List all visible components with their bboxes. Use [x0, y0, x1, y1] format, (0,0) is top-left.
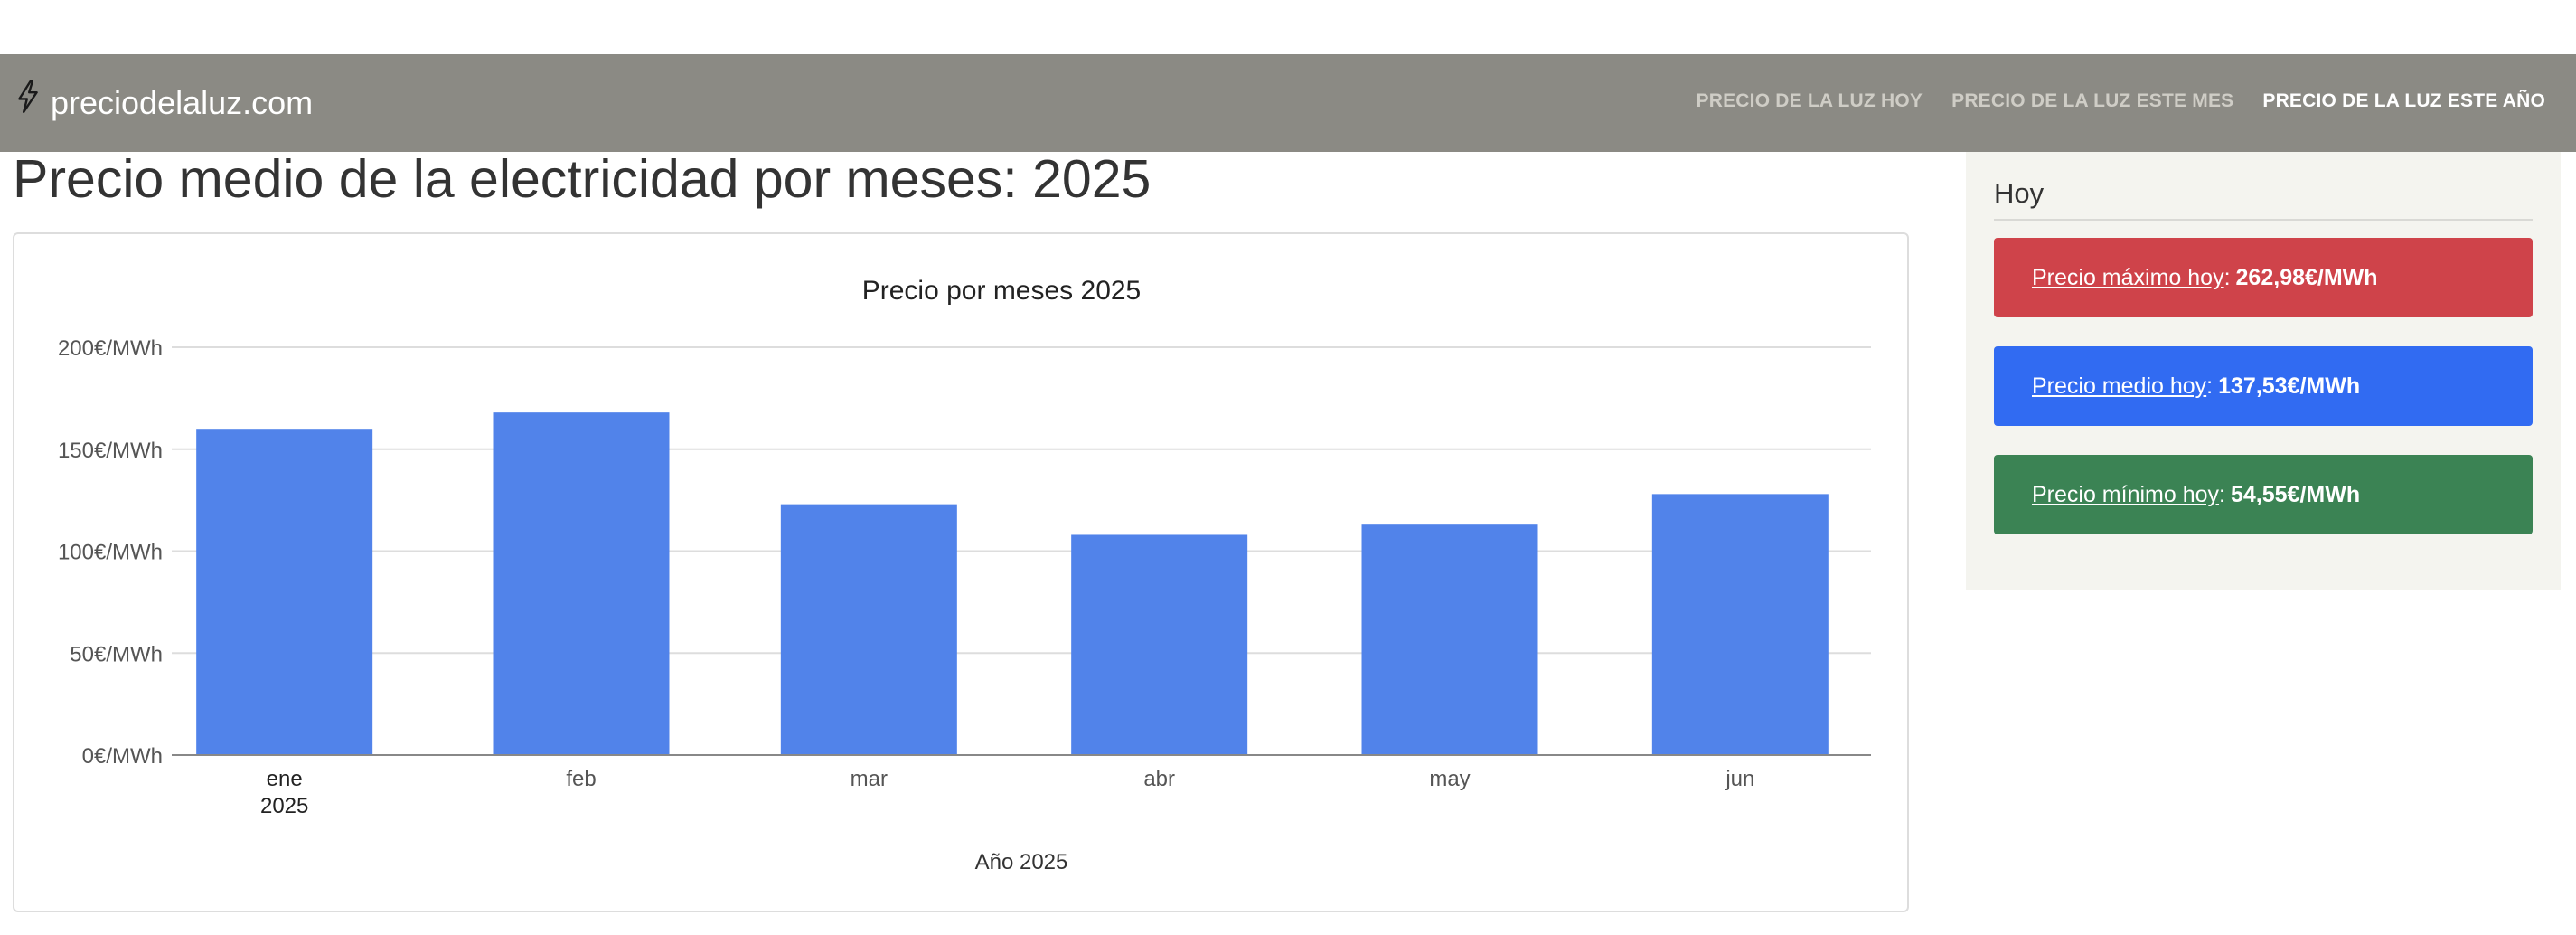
bar-ene — [196, 429, 373, 755]
nav-precio-este-mes[interactable]: PRECIO DE LA LUZ ESTE MES — [1951, 90, 2233, 112]
x-year-sublabel: 2025 — [260, 794, 308, 818]
avg-price-separator: : — [2206, 373, 2214, 399]
x-axis-label: Año 2025 — [975, 850, 1068, 874]
y-tick-label: 0€/MWh — [82, 744, 163, 769]
chart-title: Precio por meses 2025 — [862, 276, 1142, 306]
max-price-link[interactable]: Precio máximo hoy — [2032, 265, 2224, 291]
avg-price-value: 137,53€/MWh — [2218, 373, 2361, 399]
page-title: Precio medio de la electricidad por mese… — [13, 149, 1152, 209]
x-tick-label: feb — [566, 767, 596, 791]
min-price-value: 54,55€/MWh — [2230, 481, 2361, 507]
max-price-value: 262,98€/MWh — [2235, 264, 2378, 290]
top-navbar: preciodelaluz.com PRECIO DE LA LUZ HOY P… — [0, 54, 2576, 152]
bar-feb — [493, 412, 670, 755]
x-tick-label: abr — [1143, 767, 1175, 791]
bar-abr — [1071, 534, 1248, 755]
sidebar-title: Hoy — [1994, 175, 2533, 221]
avg-price-box: Precio medio hoy:137,53€/MWh — [1994, 346, 2533, 426]
min-price-separator: : — [2219, 481, 2225, 507]
bar-mar — [780, 504, 957, 755]
min-price-box: Precio mínimo hoy:54,55€/MWh — [1994, 455, 2533, 534]
nav-precio-este-ano[interactable]: PRECIO DE LA LUZ ESTE AÑO — [2262, 90, 2545, 112]
lightning-bolt-icon — [18, 80, 38, 113]
min-price-link[interactable]: Precio mínimo hoy — [2032, 482, 2219, 508]
brand-name: preciodelaluz.com — [51, 84, 314, 121]
avg-price-link[interactable]: Precio medio hoy — [2032, 373, 2206, 400]
chart-card: Precio por meses 2025 0€/MWh 50€/MWh 100€/M… — [13, 232, 1909, 912]
monthly-price-chart: Precio por meses 2025 0€/MWh 50€/MWh 100€/M… — [58, 276, 1871, 874]
x-tick-label: jun — [1725, 767, 1754, 791]
y-tick-label: 50€/MWh — [70, 642, 163, 666]
y-tick-label: 100€/MWh — [58, 541, 163, 565]
main-nav: PRECIO DE LA LUZ HOY PRECIO DE LA LUZ ES… — [1668, 90, 2545, 112]
sidebar-today: Hoy Precio máximo hoy:262,98€/MWh Precio… — [1966, 152, 2561, 590]
y-tick-label: 150€/MWh — [58, 439, 163, 463]
max-price-box: Precio máximo hoy:262,98€/MWh — [1994, 238, 2533, 317]
brand-link[interactable]: preciodelaluz.com — [14, 80, 313, 127]
nav-precio-hoy[interactable]: PRECIO DE LA LUZ HOY — [1697, 90, 1923, 112]
bar-jun — [1651, 494, 1829, 755]
x-tick-label: ene — [267, 767, 303, 791]
x-tick-label: mar — [851, 767, 888, 791]
max-price-separator: : — [2223, 264, 2231, 290]
x-tick-label: may — [1429, 767, 1470, 791]
bar-may — [1361, 524, 1538, 755]
y-tick-label: 200€/MWh — [58, 336, 163, 361]
